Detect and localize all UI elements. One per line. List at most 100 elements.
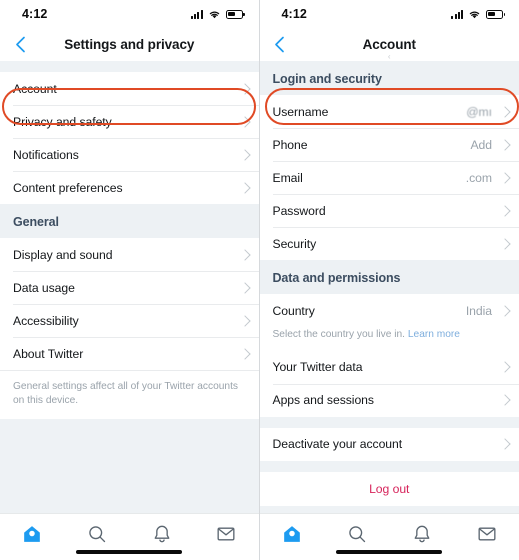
sidebar-item-accessibility[interactable]: Accessibility (0, 304, 259, 337)
home-indicator (76, 550, 183, 554)
settings-group-general: Display and sound Data usage Accessibili… (0, 238, 259, 419)
cellular-signal-icon (190, 9, 203, 19)
wifi-icon (469, 11, 480, 19)
bell-icon (154, 525, 169, 543)
row-country[interactable]: Country India (259, 294, 519, 327)
row-label: Display and sound (13, 247, 113, 262)
chevron-right-icon (499, 394, 511, 406)
sidebar-item-data-usage[interactable]: Data usage (0, 271, 259, 304)
battery-icon (486, 9, 505, 19)
chevron-right-icon (238, 248, 251, 261)
country-note: Select the country you live in. Learn mo… (259, 327, 519, 351)
status-icons (190, 9, 245, 19)
row-password[interactable]: Password (259, 194, 519, 227)
row-deactivate-your-account[interactable]: Deactivate your account (259, 427, 519, 461)
row-label: Username (272, 104, 329, 119)
row-value: Add (470, 137, 492, 152)
sidebar-item-notifications[interactable]: Notifications (0, 138, 259, 171)
chevron-right-icon (499, 438, 511, 450)
chevron-right-icon (499, 138, 511, 151)
chevron-right-icon (499, 237, 511, 250)
settings-list-left[interactable]: Account Privacy and safety Notifications… (0, 61, 259, 513)
home-icon (284, 526, 300, 542)
back-chevron-icon[interactable] (10, 35, 30, 55)
row-value: .com (465, 170, 492, 185)
sidebar-item-privacy-and-safety[interactable]: Privacy and safety (0, 105, 259, 138)
status-time: 4:12 (281, 7, 307, 21)
chevron-right-icon (238, 115, 251, 128)
row-your-twitter-data[interactable]: Your Twitter data (259, 350, 519, 384)
right-phone-screen: 4:12 Account ‹ Login and security Userna… (258, 0, 519, 560)
sidebar-item-content-preferences[interactable]: Content preferences (0, 171, 259, 204)
learn-more-link[interactable]: Learn more (408, 329, 460, 340)
tab-home[interactable] (260, 522, 325, 546)
row-phone[interactable]: Phone Add (259, 128, 519, 161)
sidebar-item-account[interactable]: Account (0, 72, 259, 105)
sidebar-item-display-and-sound[interactable]: Display and sound (0, 238, 259, 271)
page-title: Settings and privacy (64, 37, 195, 52)
chevron-right-icon (238, 314, 251, 327)
chevron-right-icon (238, 82, 251, 95)
row-label: Accessibility (13, 313, 79, 328)
row-apps-and-sessions[interactable]: Apps and sessions (259, 383, 519, 417)
status-bar-right: 4:12 (260, 0, 519, 28)
row-security[interactable]: Security (259, 227, 519, 260)
row-value: India (465, 303, 492, 318)
status-icons (451, 9, 505, 19)
row-username[interactable]: Username @mı (259, 95, 519, 128)
tab-notifications[interactable] (389, 522, 454, 546)
bell-icon (414, 525, 430, 543)
chevron-right-icon (499, 105, 511, 118)
sidebar-item-about-twitter[interactable]: About Twitter (0, 337, 259, 370)
row-label: About Twitter (13, 346, 84, 361)
general-footnote: General settings affect all of your Twit… (0, 370, 259, 419)
left-phone-screen: 4:12 Settings and privacy Account Privac… (0, 0, 259, 560)
tab-messages[interactable] (454, 522, 519, 546)
search-icon (89, 526, 106, 543)
row-label: Apps and sessions (272, 393, 375, 408)
chevron-right-icon (499, 171, 511, 184)
mail-icon (478, 527, 496, 541)
dual-screenshot-container: 4:12 Settings and privacy Account Privac… (0, 0, 519, 560)
settings-group-login-security: Username @mı Phone Add Email .com Passwo… (259, 95, 519, 260)
tab-search[interactable] (324, 522, 389, 546)
section-header-general: General (0, 204, 259, 238)
tab-home[interactable] (0, 522, 65, 546)
battery-icon (225, 9, 245, 19)
chevron-right-icon (238, 181, 251, 194)
search-icon (349, 526, 365, 543)
chevron-right-icon (499, 361, 511, 373)
group-spacer (259, 416, 519, 428)
chevron-right-icon (238, 347, 251, 360)
row-label: Security (272, 236, 317, 251)
row-label: Country (272, 303, 315, 318)
row-label: Notifications (13, 147, 79, 162)
nav-bar-left: Settings and privacy (0, 28, 259, 61)
settings-group-account: Account Privacy and safety Notifications… (0, 72, 259, 204)
chevron-right-icon (499, 304, 511, 317)
mail-icon (217, 527, 235, 541)
ghost-chevron-icon: ‹ (387, 52, 391, 61)
back-chevron-icon[interactable] (270, 35, 290, 55)
row-label: Privacy and safety (13, 114, 112, 129)
nav-bar-right: Account ‹ (259, 28, 519, 61)
row-value: @mı (466, 104, 492, 119)
list-top-spacer (0, 61, 259, 72)
country-note-text: Select the country you live in. (272, 329, 406, 340)
tab-notifications[interactable] (129, 522, 194, 546)
settings-list-right[interactable]: Login and security Username @mı Phone Ad… (259, 61, 519, 513)
section-header-data-and-permissions: Data and permissions (259, 260, 519, 294)
page-title: Account (362, 37, 416, 52)
row-label: Email (272, 170, 303, 185)
row-label: Your Twitter data (272, 360, 363, 375)
cellular-signal-icon (451, 9, 463, 19)
tab-search[interactable] (65, 522, 130, 546)
status-time: 4:12 (22, 7, 48, 21)
row-email[interactable]: Email .com (259, 161, 519, 194)
row-label: Password (272, 203, 326, 218)
chevron-right-icon (499, 204, 511, 217)
logout-button[interactable]: Log out (259, 471, 519, 506)
chevron-right-icon (238, 148, 251, 161)
home-icon (24, 526, 41, 542)
tab-messages[interactable] (194, 522, 259, 546)
